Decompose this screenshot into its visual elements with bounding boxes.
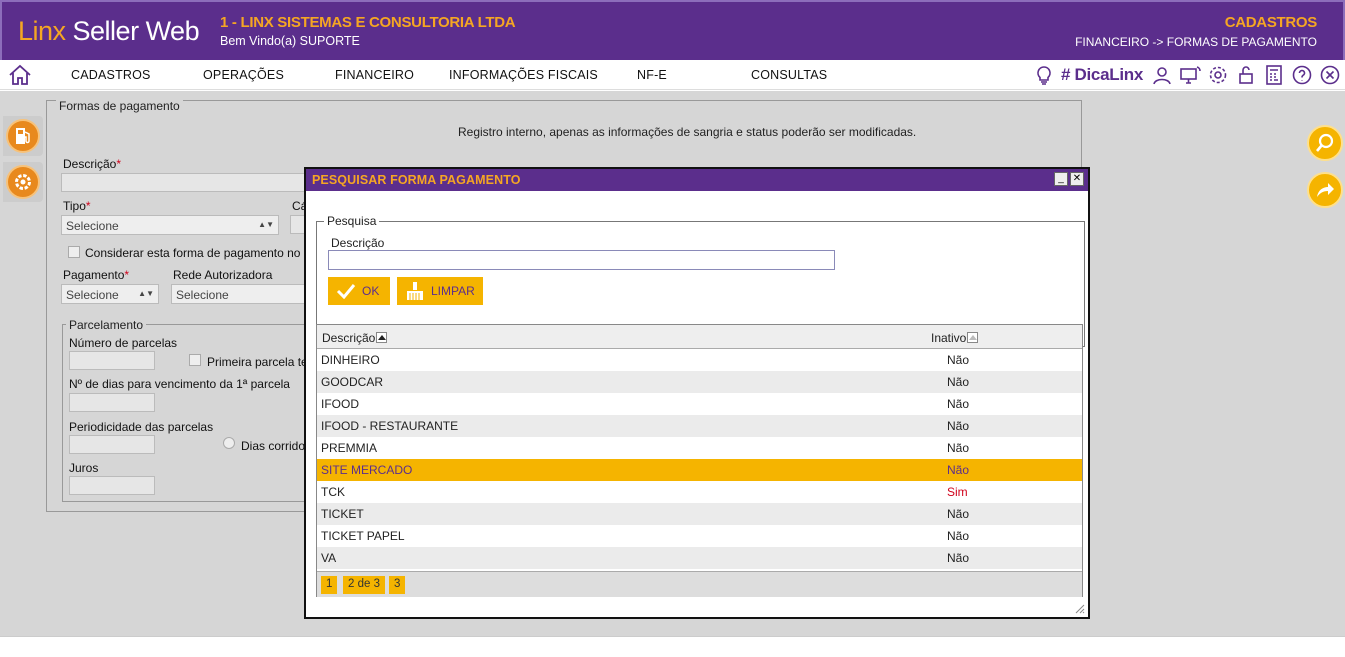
gear-icon[interactable] [1207,64,1229,86]
dicalinx-link[interactable]: # DicaLinx [1061,65,1143,85]
registro-note: Registro interno, apenas as informações … [458,125,917,139]
juros-label: Juros [69,461,99,475]
calculator-icon[interactable] [1263,64,1285,86]
considerar-checkbox[interactable] [68,246,80,258]
rede-select[interactable]: Selecione [171,284,306,304]
table-row[interactable]: IFOOD Não [317,393,1082,415]
rede-label: Rede Autorizadora [173,268,273,282]
logout-icon[interactable] [1319,64,1341,86]
pagination: 1 2 de 3 3 [317,571,1082,597]
search-description-label: Descrição [331,236,385,250]
fuel-pump-icon[interactable] [6,119,40,153]
limpar-button[interactable]: LIMPAR [397,277,483,305]
help-icon[interactable] [1291,64,1313,86]
minimize-button[interactable]: _ [1054,172,1068,186]
page-button-1[interactable]: 1 [321,576,338,594]
company-name: 1 - LINX SISTEMAS E CONSULTORIA LTDA [220,14,516,31]
primeira-parcela-checkbox[interactable] [189,354,201,366]
dias-vencimento-label: Nº de dias para vencimento da 1ª parcela [69,377,290,391]
toolbar-icons: # DicaLinx [1033,63,1341,87]
col-inativo-header[interactable]: Inativo [931,331,979,345]
formas-pagamento-legend: Formas de pagamento [56,99,183,113]
side-fuel-tab[interactable] [3,116,43,156]
pagamento-label: Pagamento* [63,268,130,282]
side-settings-tab[interactable] [3,162,43,202]
broom-icon [407,282,423,300]
menu-informacoes-fiscais[interactable]: INFORMAÇÕES FISCAIS [449,68,598,82]
descricao-label: Descrição* [63,157,122,171]
module-title: CADASTROS [1224,14,1318,31]
dias-corridos-radio[interactable] [223,437,235,449]
app-header: Linx Seller Web 1 - LINX SISTEMAS E CONS… [0,0,1345,60]
descricao-input[interactable] [61,173,306,192]
table-row[interactable]: PREMMIA Não [317,437,1082,459]
table-row[interactable]: DINHEIRO Não [317,349,1082,371]
menu-financeiro[interactable]: FINANCEIRO [335,68,414,82]
user-icon[interactable] [1151,64,1173,86]
periodicidade-label: Periodicidade das parcelas [69,420,214,434]
welcome-text: Bem Vindo(a) SUPORTE [220,34,360,48]
side-search-tab[interactable] [1305,123,1345,163]
table-row[interactable]: IFOOD - RESTAURANTE Não [317,415,1082,437]
status-bar [0,636,1345,657]
sort-asc-icon[interactable] [376,332,388,343]
primeira-parcela-label: Primeira parcela te [207,355,308,369]
table-row[interactable]: GOODCAR Não [317,371,1082,393]
ok-button[interactable]: OK [328,277,390,305]
search-icon[interactable] [1307,125,1343,161]
home-icon[interactable] [8,64,32,86]
table-row[interactable]: VA Não [317,547,1082,569]
lock-icon[interactable] [1235,64,1257,86]
menu-nfe[interactable]: NF-E [637,68,667,82]
menu-operacoes[interactable]: OPERAÇÕES [203,68,284,82]
table-row[interactable]: TICKET Não [317,503,1082,525]
periodicidade-input[interactable] [69,435,155,454]
page-button-3[interactable]: 3 [389,576,406,594]
num-parcelas-input[interactable] [69,351,155,370]
menu-bar: CADASTROS OPERAÇÕES FINANCEIRO INFORMAÇÕ… [0,60,1345,90]
pagamento-select[interactable]: Selecione ▲▼ [61,284,159,304]
share-icon[interactable] [1307,172,1343,208]
monitor-icon[interactable] [1179,64,1201,86]
num-parcelas-label: Número de parcelas [69,336,178,350]
side-share-tab[interactable] [1305,170,1345,210]
table-row-selected[interactable]: SITE MERCADO Não [317,459,1082,481]
ok-label: OK [362,284,380,298]
col-descricao-header[interactable]: Descrição [322,331,388,345]
results-grid: Descrição Inativo DINHEIRO Não GOODCAR Não… [316,324,1083,597]
table-row[interactable]: TCK Sim [317,481,1082,503]
checkmark-icon [336,284,356,299]
tipo-label: Tipo* [63,199,91,213]
menu-cadastros[interactable]: CADASTROS [71,68,151,82]
dias-vencimento-input[interactable] [69,393,155,412]
settings-gear-icon[interactable] [6,165,40,199]
resize-grip-icon[interactable] [1075,604,1085,614]
table-row[interactable]: TICKET PAPEL Não [317,525,1082,547]
page-indicator[interactable]: 2 de 3 [343,576,385,594]
app-logo: Linx Seller Web [18,16,200,46]
search-description-input[interactable] [328,250,835,270]
close-button[interactable]: ✕ [1070,172,1084,186]
juros-input[interactable] [69,476,155,495]
considerar-label: Considerar esta forma de pagamento no av [85,246,317,260]
breadcrumb: FINANCEIRO -> FORMAS DE PAGAMENTO [1075,35,1317,49]
grid-header: Descrição Inativo [317,325,1082,349]
lightbulb-icon[interactable] [1033,64,1055,86]
dialog-title: PESQUISAR FORMA PAGAMENTO [306,169,1088,191]
dias-corridos-label: Dias corridos [241,439,312,453]
search-dialog: PESQUISAR FORMA PAGAMENTO _ ✕ Pesquisa D… [304,167,1090,619]
parcelamento-legend: Parcelamento [66,318,147,332]
limpar-label: LIMPAR [431,284,475,298]
search-legend: Pesquisa [324,214,380,228]
sort-icon[interactable] [967,332,979,343]
tipo-select[interactable]: Selecione ▲▼ [61,215,279,235]
menu-consultas[interactable]: CONSULTAS [751,68,827,82]
